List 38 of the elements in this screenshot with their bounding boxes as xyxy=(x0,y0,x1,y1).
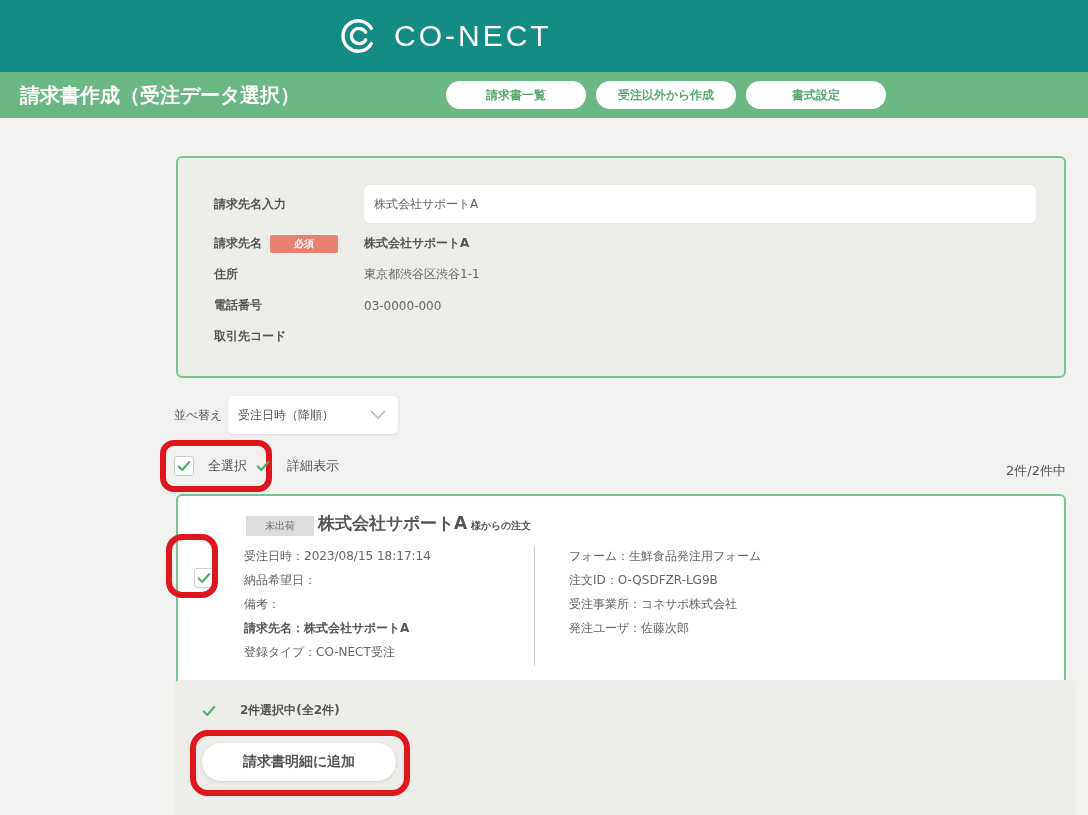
customer-name: 株式会社サポートA xyxy=(318,512,468,535)
chevron-down-icon xyxy=(370,410,386,420)
order-detail: 注文ID：O-QSDFZR-LG9B xyxy=(569,572,719,589)
result-count: 2件/2件中 xyxy=(1006,462,1066,480)
order-detail: 備考： xyxy=(244,596,281,613)
checkbox[interactable] xyxy=(174,456,194,476)
field-label: 請求先名入力 xyxy=(214,195,287,213)
field-value: 東京都渋谷区渋谷1-1 xyxy=(364,266,480,283)
required-badge: 必須 xyxy=(270,234,338,253)
checkbox-label: 詳細表示 xyxy=(287,457,339,475)
field-label: 請求先名 xyxy=(214,235,262,252)
page-title: 請求書作成（受注データ選択） xyxy=(20,81,301,109)
status-tag: 未出荷 xyxy=(246,516,314,536)
check-icon xyxy=(197,571,211,585)
order-detail: フォーム：生鮮食品発注用フォーム xyxy=(569,548,761,565)
customer-input[interactable]: 株式会社サポートA xyxy=(364,185,1036,223)
order-detail: 受注事業所：コネサポ株式会社 xyxy=(569,596,738,613)
field-label: 住所 xyxy=(214,266,238,283)
order-detail: 請求先名：株式会社サポートA xyxy=(244,620,411,637)
order-detail: 納品希望日： xyxy=(244,572,317,589)
order-detail: 登録タイプ：CO-NECT受注 xyxy=(244,644,396,661)
checkbox-label: 全選択 xyxy=(208,457,247,475)
field-value: 株式会社サポートA xyxy=(364,235,470,252)
logo-text: CO-NECT xyxy=(394,19,552,53)
field-label: 取引先コード xyxy=(214,328,286,345)
order-suffix: 様からの注文 xyxy=(471,519,532,533)
field-label: 電話番号 xyxy=(214,297,262,314)
checkbox[interactable] xyxy=(194,568,214,588)
selection-count: 2件選択中(全2件) xyxy=(240,702,340,719)
check-icon xyxy=(256,459,270,473)
field-value: 03-0000-000 xyxy=(364,298,442,313)
order-detail: 発注ユーザ：佐藤次郎 xyxy=(569,620,690,637)
check-icon xyxy=(202,703,216,718)
sort-label: 並べ替え xyxy=(174,406,222,424)
check-icon xyxy=(177,459,191,473)
sort-dropdown[interactable]: 受注日時（降順） xyxy=(228,396,398,434)
order-detail: 受注日時：2023/08/15 18:17:14 xyxy=(244,548,432,565)
add-button[interactable]: 請求書明細に追加 xyxy=(202,743,396,781)
